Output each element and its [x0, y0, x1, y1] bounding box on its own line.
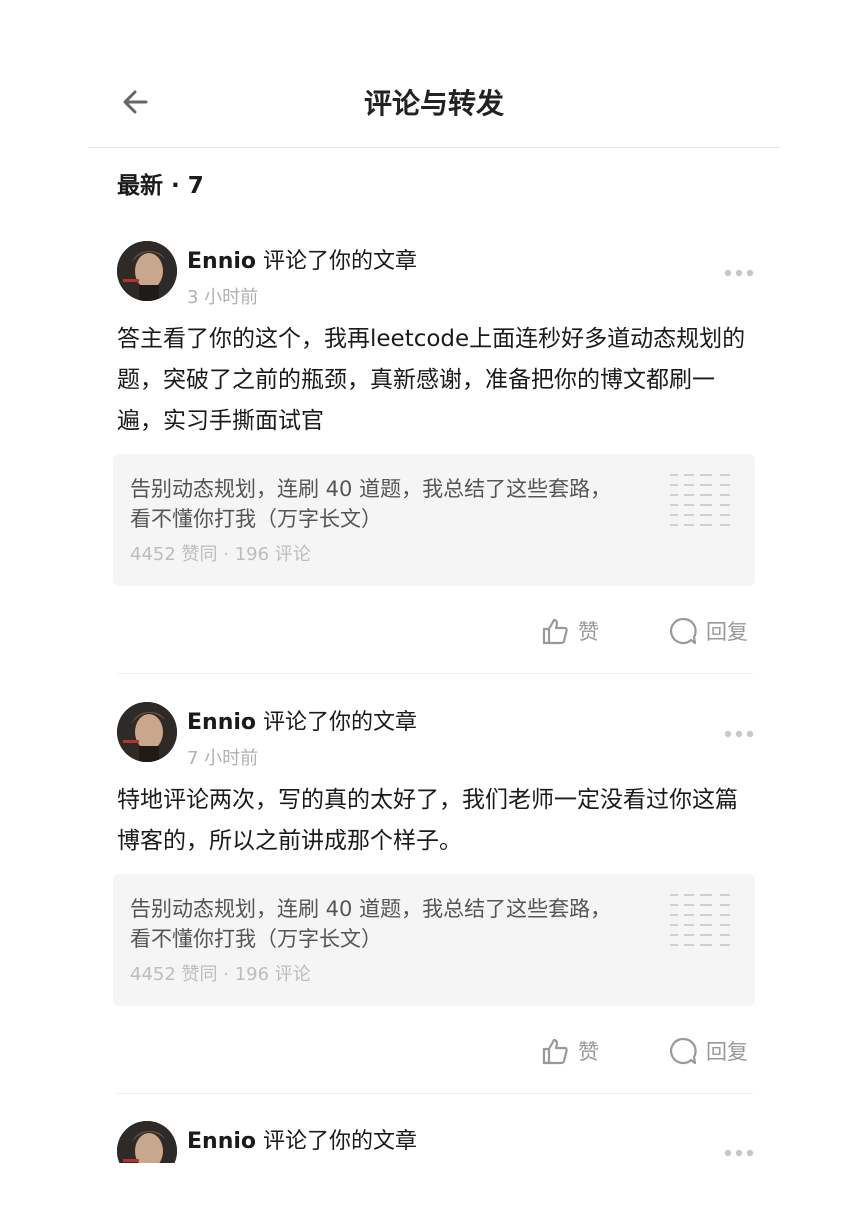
like-label: 赞 [578, 1040, 599, 1064]
timestamp: 3 小时前 [187, 287, 259, 308]
like-button[interactable]: 赞 [540, 613, 599, 649]
comment-item: Ennio 评论了你的文章 [0, 1121, 868, 1163]
comment-bubble-icon [669, 617, 697, 645]
author-name[interactable]: Ennio [187, 249, 256, 274]
reply-label: 回复 [706, 1040, 748, 1064]
reply-button[interactable]: 回复 [668, 613, 748, 649]
article-thumbnail [670, 894, 730, 946]
action-bar: 赞 回复 [0, 1033, 868, 1069]
author-line: Ennio 评论了你的文章 [187, 704, 417, 736]
action-text: 评论了你的文章 [256, 249, 418, 274]
comment-bubble-icon [669, 1037, 697, 1065]
article-thumbnail [670, 474, 730, 526]
avatar[interactable] [117, 241, 177, 301]
avatar[interactable] [117, 1121, 177, 1163]
article-title: 告别动态规划，连刷 40 道题，我总结了这些套路，看不懂你打我（万字长文） [130, 477, 612, 531]
article-title: 告别动态规划，连刷 40 道题，我总结了这些套路，看不懂你打我（万字长文） [130, 897, 612, 951]
more-dots-icon[interactable] [723, 1147, 755, 1159]
like-label: 赞 [578, 620, 599, 644]
article-card[interactable]: 告别动态规划，连刷 40 道题，我总结了这些套路，看不懂你打我（万字长文） 44… [113, 454, 755, 586]
author-name[interactable]: Ennio [187, 710, 256, 735]
article-card[interactable]: 告别动态规划，连刷 40 道题，我总结了这些套路，看不懂你打我（万字长文） 44… [113, 874, 755, 1006]
reply-button[interactable]: 回复 [668, 1033, 748, 1069]
reply-label: 回复 [706, 620, 748, 644]
comment-text: 特地评论两次，写的真的太好了，我们老师一定没看过你这篇博客的，所以之前讲成那个样… [117, 787, 738, 854]
thumbs-up-icon [542, 1038, 568, 1065]
divider [117, 1093, 753, 1094]
thumbs-up-icon [542, 618, 568, 645]
comment-text: 答主看了你的这个，我再leetcode上面连秒好多道动态规划的题，突破了之前的瓶… [117, 326, 746, 434]
action-text: 评论了你的文章 [256, 710, 418, 735]
author-line: Ennio 评论了你的文章 [187, 1123, 417, 1155]
divider [117, 673, 753, 674]
action-bar: 赞 回复 [0, 613, 868, 649]
comment-item: Ennio 评论了你的文章 3 小时前 答主看了你的这个，我再leetcode上… [0, 241, 868, 674]
timestamp: 7 小时前 [187, 748, 259, 769]
more-dots-icon[interactable] [723, 267, 755, 279]
avatar[interactable] [117, 702, 177, 762]
author-line: Ennio 评论了你的文章 [187, 243, 417, 275]
comment-item: Ennio 评论了你的文章 7 小时前 特地评论两次，写的真的太好了，我们老师一… [0, 702, 868, 1122]
top-bar: 评论与转发 [88, 60, 780, 148]
article-stats: 4452 赞同 · 196 评论 [130, 964, 311, 985]
page-title: 评论与转发 [363, 87, 504, 120]
article-stats: 4452 赞同 · 196 评论 [130, 544, 311, 565]
like-button[interactable]: 赞 [540, 1033, 599, 1069]
author-name[interactable]: Ennio [187, 1129, 256, 1154]
section-label: 最新 · 7 [117, 173, 204, 199]
action-text: 评论了你的文章 [256, 1129, 418, 1154]
more-dots-icon[interactable] [723, 728, 755, 740]
